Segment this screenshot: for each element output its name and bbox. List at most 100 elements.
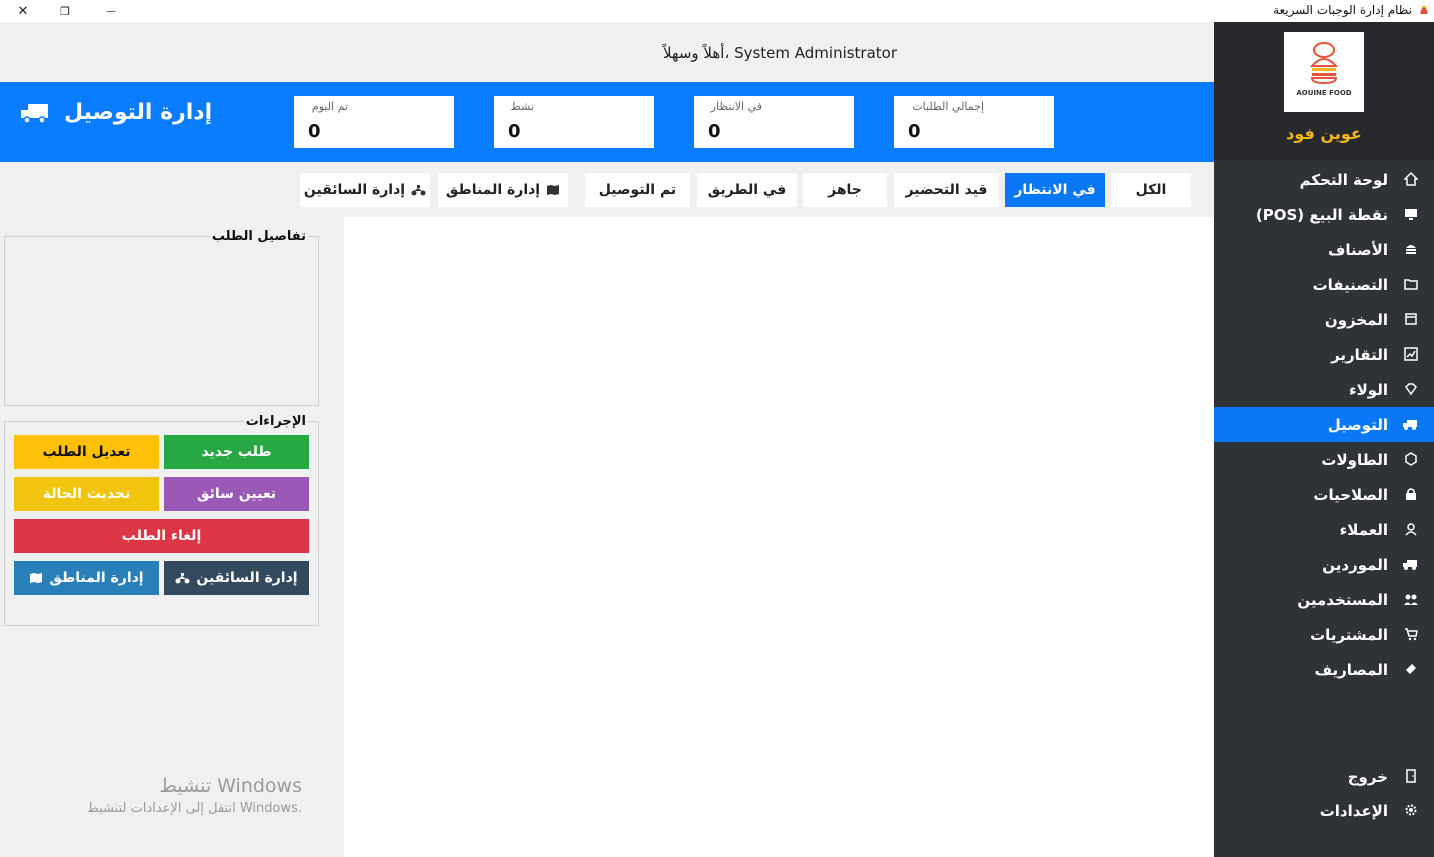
sidebar-item-label: المصاريف <box>1314 660 1388 679</box>
actions-group: الإجراءات طلب جديد تعديل الطلب تعيين سائ… <box>4 414 319 626</box>
lock-icon <box>1402 487 1418 503</box>
sidebar-item-loyalty[interactable]: الولاء <box>1214 372 1434 407</box>
sidebar-item-pos[interactable]: نقطة البيع (POS) <box>1214 197 1434 232</box>
button-label: تعديل الطلب <box>42 444 131 460</box>
close-button[interactable]: ✕ <box>0 0 46 22</box>
manage-zones-button[interactable]: إدارة المناطق <box>14 561 159 595</box>
sidebar-item-suppliers[interactable]: الموردين <box>1214 547 1434 582</box>
logout-label: خروج <box>1347 767 1388 786</box>
button-label: إلغاء الطلب <box>121 528 202 544</box>
actions-title: الإجراءات <box>243 414 308 429</box>
sidebar-item-label: المخزون <box>1324 310 1388 329</box>
tab-label: إدارة السائقين <box>303 182 406 198</box>
diamond-icon <box>1402 382 1418 398</box>
truck-icon <box>1402 557 1418 573</box>
sidebar-item-permissions[interactable]: الصلاحيات <box>1214 477 1434 512</box>
settings-button[interactable]: الإعدادات <box>1214 793 1434 828</box>
tab-manage-drivers[interactable]: إدارة السائقين <box>300 173 430 207</box>
welcome-bar: أهلاً وسهلاً، System Administrator <box>0 22 1214 82</box>
sidebar-header: AOUINE FOOD عوين فود <box>1214 22 1434 160</box>
minimize-icon: — <box>106 5 116 17</box>
sidebar-item-categories[interactable]: التصنيفات <box>1214 267 1434 302</box>
filter-tabs: الكل في الانتظار قيد التحضير جاهز في الط… <box>0 162 1214 217</box>
edit-order-button[interactable]: تعديل الطلب <box>14 435 159 469</box>
sidebar-item-label: لوحة التحكم <box>1299 170 1388 189</box>
tab-preparing[interactable]: قيد التحضير <box>894 173 999 207</box>
order-details-group: تفاصيل الطلب <box>4 229 319 406</box>
sidebar-item-expenses[interactable]: المصاريف <box>1214 652 1434 687</box>
tab-label: تم التوصيل <box>598 182 677 198</box>
sidebar-item-users[interactable]: المستخدمين <box>1214 582 1434 617</box>
sidebar-item-reports[interactable]: التقارير <box>1214 337 1434 372</box>
tab-on-the-way[interactable]: في الطريق <box>697 173 797 207</box>
page-title: إدارة التوصيل <box>64 100 213 125</box>
stat-today: تم اليوم 0 <box>294 96 454 148</box>
logout-button[interactable]: خروج <box>1214 759 1434 794</box>
update-status-button[interactable]: تحديث الحالة <box>14 477 159 511</box>
tab-ready[interactable]: جاهز <box>803 173 887 207</box>
map-icon <box>30 573 43 583</box>
tab-manage-zones[interactable]: إدارة المناطق <box>438 173 568 207</box>
orders-list-area[interactable] <box>344 217 1214 857</box>
truck-icon <box>21 103 48 124</box>
sidebar-item-label: الولاء <box>1348 380 1388 399</box>
sidebar-item-inventory[interactable]: المخزون <box>1214 302 1434 337</box>
stat-total-orders: إجمالي الطلبات 0 <box>894 96 1054 148</box>
maximize-icon: ❐ <box>60 4 70 18</box>
stat-value: 0 <box>908 121 921 142</box>
stat-label: نشط <box>510 100 534 113</box>
minimize-button[interactable]: — <box>88 0 134 22</box>
chart-icon <box>1402 346 1418 363</box>
stat-label: إجمالي الطلبات <box>912 100 984 113</box>
user-icon <box>1402 522 1418 538</box>
sidebar-item-label: التصنيفات <box>1312 275 1388 294</box>
button-label: تحديث الحالة <box>42 486 131 502</box>
tab-label: إدارة المناطق <box>445 182 541 198</box>
sidebar-item-delivery[interactable]: التوصيل <box>1214 407 1434 442</box>
cart-icon <box>1402 627 1418 643</box>
door-icon <box>1402 768 1418 785</box>
cancel-order-button[interactable]: إلغاء الطلب <box>14 519 309 553</box>
burger-icon <box>1402 242 1418 258</box>
activation-watermark-text: انتقل إلى الإعدادات لتنشيط Windows. <box>86 801 302 816</box>
new-order-button[interactable]: طلب جديد <box>164 435 309 469</box>
sidebar-item-label: الموردين <box>1322 555 1388 574</box>
sidebar-item-dashboard[interactable]: لوحة التحكم <box>1214 162 1434 197</box>
activation-watermark-title: تنشيط Windows <box>159 775 302 797</box>
sidebar-item-customers[interactable]: العملاء <box>1214 512 1434 547</box>
users-icon <box>1402 592 1418 608</box>
sidebar-item-label: المشتريات <box>1310 625 1388 644</box>
chef-burger-icon <box>1309 42 1339 85</box>
manage-drivers-button[interactable]: إدارة السائقين <box>164 561 309 595</box>
tab-delivered[interactable]: تم التوصيل <box>585 173 690 207</box>
stat-label: في الانتظار <box>710 100 762 113</box>
sidebar-item-label: نقطة البيع (POS) <box>1255 205 1388 224</box>
button-label: إدارة السائقين <box>196 570 298 586</box>
map-icon <box>547 185 560 195</box>
tab-label: في الانتظار <box>1014 182 1096 198</box>
tab-all[interactable]: الكل <box>1111 173 1191 207</box>
stat-active: نشط 0 <box>494 96 654 148</box>
maximize-button[interactable]: ❐ <box>42 0 88 22</box>
stat-label: تم اليوم <box>311 100 348 113</box>
sidebar-item-label: الطاولات <box>1321 450 1388 469</box>
button-label: تعيين سائق <box>197 486 276 502</box>
stat-pending: في الانتظار 0 <box>694 96 854 148</box>
stat-value: 0 <box>508 121 521 142</box>
order-details-title: تفاصيل الطلب <box>209 229 308 244</box>
close-icon: ✕ <box>17 3 29 19</box>
tab-label: جاهز <box>828 182 862 198</box>
window-title: نظام إدارة الوجبات السريعة <box>1273 3 1412 17</box>
money-icon <box>1402 662 1418 678</box>
logo-text: AOUINE FOOD <box>1296 89 1352 97</box>
button-label: طلب جديد <box>201 444 272 460</box>
window-titlebar: ✕ ❐ — نظام إدارة الوجبات السريعة <box>0 0 1434 22</box>
assign-driver-button[interactable]: تعيين سائق <box>164 477 309 511</box>
sidebar-item-items[interactable]: الأصناف <box>1214 232 1434 267</box>
tab-label: في الطريق <box>707 182 787 198</box>
sidebar-item-tables[interactable]: الطاولات <box>1214 442 1434 477</box>
page-title-wrap: إدارة التوصيل <box>20 100 212 125</box>
scooter-icon <box>175 573 190 584</box>
sidebar-item-purchases[interactable]: المشتريات <box>1214 617 1434 652</box>
tab-pending[interactable]: في الانتظار <box>1005 173 1105 207</box>
